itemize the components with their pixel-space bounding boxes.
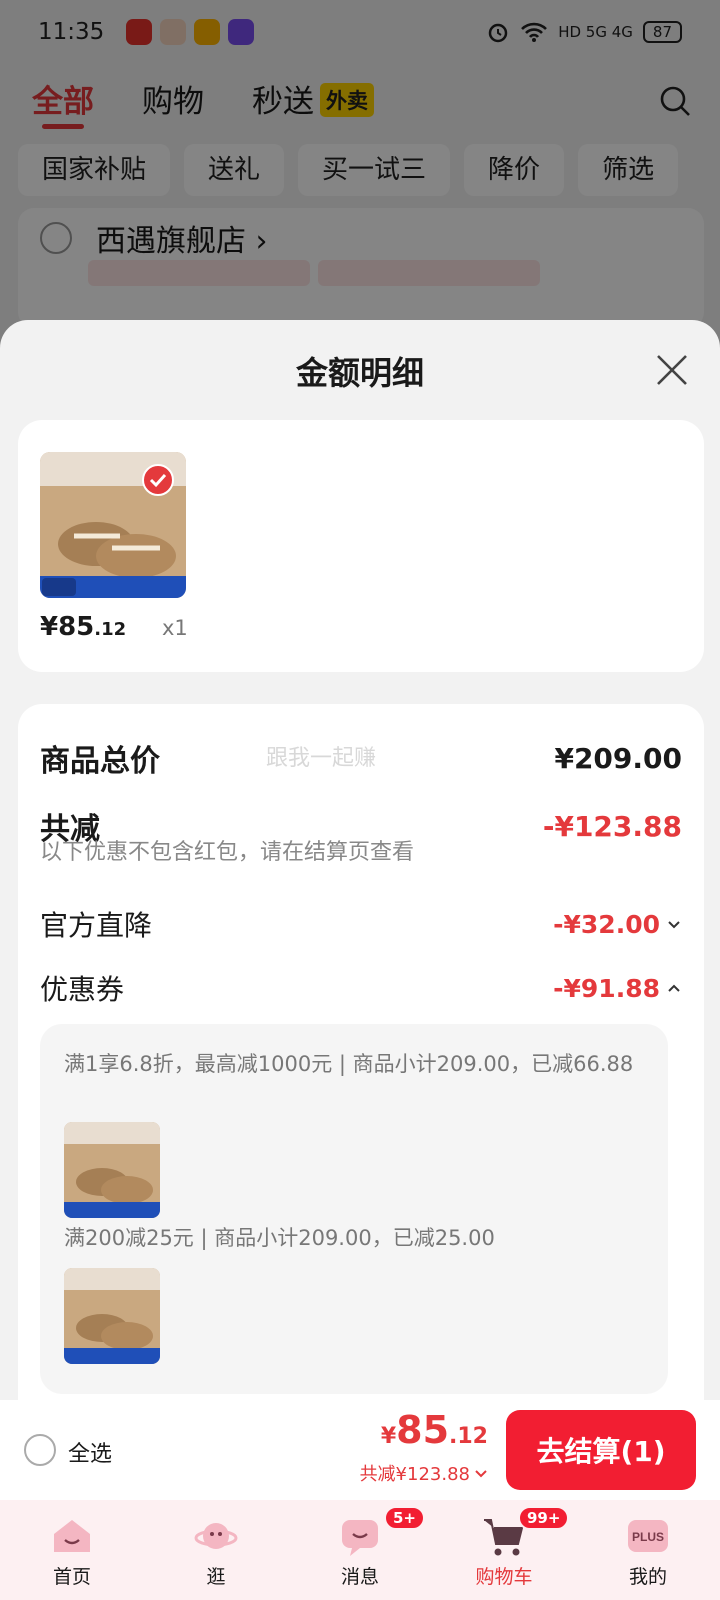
total-price-label: 商品总价 bbox=[40, 744, 160, 779]
product-quantity: x1 bbox=[162, 616, 188, 640]
tab-me-label: 我的 bbox=[628, 1566, 667, 1588]
official-discount-value: -¥32.00 bbox=[553, 909, 660, 939]
shoe-image bbox=[64, 1122, 160, 1218]
tab-cart-label: 购物车 bbox=[475, 1566, 533, 1588]
official-discount-amount: -¥32.00 bbox=[553, 910, 682, 939]
bottom-tab-bar: 首页 逛 消息 5+ 购物车 99+ PLUS 我的 bbox=[0, 1500, 720, 1600]
total-price-row: 商品总价 ¥209.00 bbox=[40, 736, 682, 780]
official-discount-label: 官方直降 bbox=[40, 909, 153, 942]
coupon-product-thumbnail[interactable] bbox=[64, 1268, 160, 1364]
coupon-rule-1: 满1享6.8折，最高减1000元 | 商品小计209.00，已减66.88 bbox=[64, 1052, 634, 1076]
checkout-currency: ¥ bbox=[380, 1424, 397, 1449]
chevron-down-icon bbox=[668, 921, 680, 929]
total-price-value: ¥209.00 bbox=[554, 741, 682, 775]
home-icon bbox=[54, 1520, 90, 1552]
browse-icon bbox=[194, 1523, 238, 1549]
coupon-amount: -¥91.88 bbox=[553, 974, 682, 1003]
tab-me[interactable]: PLUS 我的 bbox=[576, 1500, 720, 1600]
tab-cart[interactable]: 购物车 99+ bbox=[432, 1500, 576, 1600]
discount-note: 以下优惠不包含红包，请在结算页查看 bbox=[40, 840, 415, 865]
plus-icon-text: PLUS bbox=[632, 1530, 664, 1544]
coupon-rule-2: 满200减25元 | 商品小计209.00，已减25.00 bbox=[64, 1226, 495, 1250]
cart-count-badge: 99+ bbox=[518, 1506, 570, 1530]
message-count-badge: 5+ bbox=[384, 1506, 426, 1530]
checkout-total: ¥85.12 bbox=[381, 1408, 488, 1452]
select-all-label[interactable]: 全选 bbox=[68, 1436, 112, 1468]
message-icon bbox=[342, 1520, 378, 1556]
plus-icon: PLUS bbox=[628, 1520, 668, 1552]
select-all-radio[interactable] bbox=[24, 1434, 56, 1466]
coupon-row[interactable]: 优惠券 -¥91.88 bbox=[40, 968, 682, 1008]
checkout-total-int: 85 bbox=[396, 1408, 450, 1452]
shoe-image bbox=[64, 1268, 160, 1364]
chevron-down-icon bbox=[475, 1470, 487, 1478]
product-price-dec: .12 bbox=[94, 619, 127, 640]
price-breakdown-card: 跟我一起赚 商品总价 ¥209.00 共减 -¥123.88 以下优惠不包含红包… bbox=[18, 704, 704, 1400]
coupon-label: 优惠券 bbox=[40, 973, 125, 1006]
checkout-saved-toggle[interactable]: 共减¥123.88 bbox=[360, 1460, 488, 1486]
tab-messages[interactable]: 消息 5+ bbox=[288, 1500, 432, 1600]
coupon-product-thumbnail[interactable] bbox=[64, 1122, 160, 1218]
checkout-total-dec: .12 bbox=[449, 1424, 488, 1449]
tab-home[interactable]: 首页 bbox=[0, 1500, 144, 1600]
tab-browse[interactable]: 逛 bbox=[144, 1500, 288, 1600]
official-discount-row[interactable]: 官方直降 -¥32.00 bbox=[40, 904, 682, 944]
selected-check-icon bbox=[142, 464, 174, 496]
sheet-title: 金额明细 bbox=[295, 354, 424, 392]
tab-browse-label: 逛 bbox=[206, 1566, 226, 1588]
checkout-saved: 共减¥123.88 bbox=[359, 1464, 470, 1485]
coupon-details: 满1享6.8折，最高减1000元 | 商品小计209.00，已减66.88 满2… bbox=[40, 1024, 668, 1394]
discount-value: -¥123.88 bbox=[542, 809, 682, 843]
tab-messages-label: 消息 bbox=[340, 1566, 379, 1588]
tab-home-label: 首页 bbox=[52, 1566, 91, 1588]
checkout-bar: 全选 ¥85.12 共减¥123.88 去结算(1) bbox=[0, 1400, 720, 1500]
price-detail-sheet: 金额明细 ¥85.12 x1 跟我一起赚 商品总价 ¥209.00 共减 -¥1… bbox=[0, 320, 720, 1400]
chevron-up-icon bbox=[668, 984, 680, 992]
close-icon[interactable] bbox=[654, 352, 690, 388]
coupon-value: -¥91.88 bbox=[553, 973, 660, 1003]
product-price-int: ¥85 bbox=[40, 612, 95, 642]
product-price: ¥85.12 bbox=[40, 612, 126, 642]
product-card: ¥85.12 x1 bbox=[18, 420, 704, 672]
checkout-button[interactable]: 去结算(1) bbox=[506, 1410, 696, 1490]
